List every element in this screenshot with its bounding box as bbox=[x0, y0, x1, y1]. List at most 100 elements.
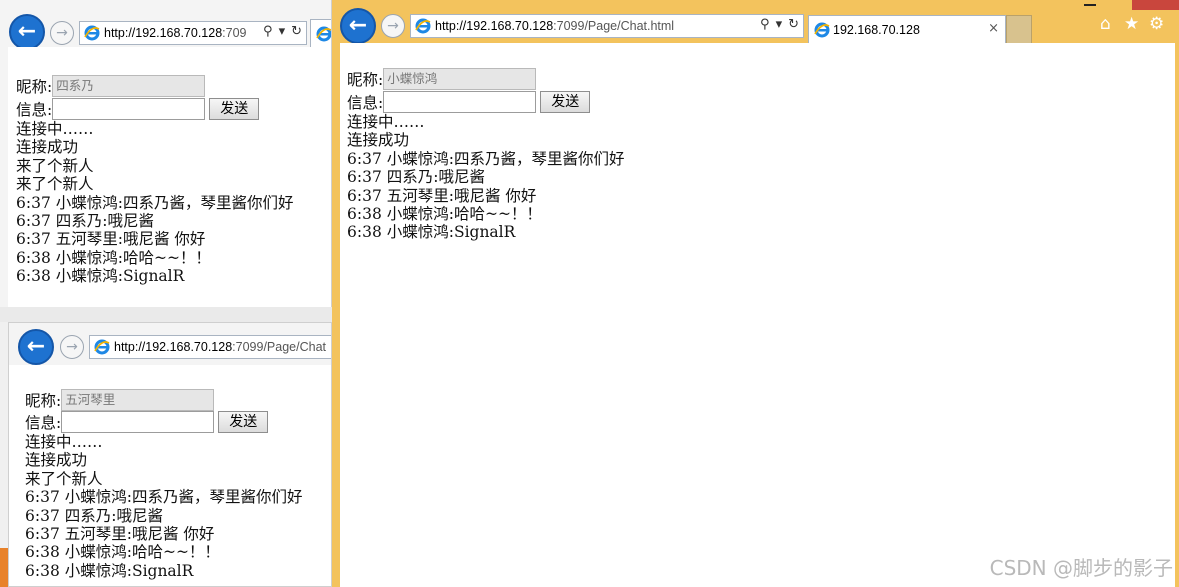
url-host: http://192.168.70.128 bbox=[114, 340, 233, 354]
back-button[interactable]: ← bbox=[18, 329, 54, 365]
address-bar[interactable]: http://192.168.70.128:7099/Page/Chat bbox=[89, 335, 331, 359]
back-arrow-icon: ← bbox=[26, 334, 46, 359]
refresh-icon[interactable]: ↻ bbox=[291, 24, 302, 39]
message-row: 信息: 发送 bbox=[347, 91, 591, 113]
send-button[interactable]: 发送 bbox=[209, 98, 260, 120]
browser-tab[interactable] bbox=[310, 19, 331, 47]
forward-button[interactable]: → bbox=[60, 335, 84, 359]
message-label: 信息: bbox=[16, 101, 53, 119]
back-arrow-icon: ← bbox=[17, 19, 37, 44]
nickname-row: 昵称: 四系乃 bbox=[16, 75, 206, 97]
url-host: http://192.168.70.128 bbox=[104, 26, 223, 40]
browser-tab[interactable]: 192.168.70.128 × bbox=[808, 15, 1006, 43]
log-line: 来了个新人 bbox=[16, 156, 94, 175]
favorites-star-icon[interactable]: ★ bbox=[1124, 16, 1139, 33]
browser-window-a: ← → http://192.168.70.128:709 ⚲ ▾ ↻ 昵称: 四系… bbox=[0, 0, 332, 307]
close-tab-icon[interactable]: × bbox=[988, 21, 999, 36]
log-line: 连接中…… bbox=[347, 113, 425, 131]
refresh-icon[interactable]: ↻ bbox=[788, 17, 799, 32]
message-label: 信息: bbox=[25, 414, 62, 432]
nickname-row: 昵称: 五河琴里 bbox=[25, 389, 215, 411]
back-button[interactable]: ← bbox=[340, 8, 376, 44]
back-button[interactable]: ← bbox=[9, 14, 45, 50]
chat-log: 连接中…… 连接成功 6:37 小蝶惊鸿:四系乃酱，琴里酱你们好 6:37 四系… bbox=[347, 113, 624, 242]
ie-logo-icon bbox=[316, 26, 331, 42]
nickname-row: 昵称: 小蝶惊鸿 bbox=[347, 68, 537, 90]
url-host: http://192.168.70.128 bbox=[435, 19, 554, 33]
forward-button[interactable]: → bbox=[381, 14, 405, 38]
log-line: 6:38 小蝶惊鸿:SignalR bbox=[16, 267, 185, 286]
home-icon[interactable]: ⌂ bbox=[1100, 16, 1111, 33]
log-line: 6:38 小蝶惊鸿:哈哈~~！！ bbox=[16, 248, 211, 267]
nickname-field[interactable]: 五河琴里 bbox=[61, 389, 215, 411]
message-label: 信息: bbox=[347, 94, 384, 112]
log-line: 连接成功 bbox=[25, 451, 88, 470]
forward-arrow-icon: → bbox=[66, 339, 78, 355]
page-content: 昵称: 四系乃 信息: 发送 连接中…… 连接成功 来了个新人 来了个新人 6:… bbox=[8, 47, 331, 307]
search-icon[interactable]: ⚲ bbox=[263, 24, 273, 39]
nav-bar: ← → http://192.168.70.128:709 ⚲ ▾ ↻ bbox=[0, 0, 331, 50]
watermark: CSDN @脚步的影子 bbox=[989, 556, 1173, 580]
page-content: 昵称: 小蝶惊鸿 信息: 发送 连接中…… 连接成功 6:37 小蝶惊鸿:四系乃… bbox=[340, 43, 1175, 587]
log-line: 来了个新人 bbox=[16, 175, 94, 194]
nav-bar: ← → http://192.168.70.128:7099/Page/Chat bbox=[9, 323, 331, 367]
dropdown-icon[interactable]: ▾ bbox=[279, 24, 286, 39]
log-line: 6:37 小蝶惊鸿:四系乃酱，琴里酱你们好 bbox=[16, 193, 294, 212]
browser-window-c: ← → http://192.168.70.128:7099/Page/Chat… bbox=[332, 0, 1179, 587]
ie-logo-icon bbox=[415, 18, 431, 34]
log-line: 6:37 小蝶惊鸿:四系乃酱，琴里酱你们好 bbox=[347, 149, 625, 168]
message-row: 信息: 发送 bbox=[25, 411, 269, 433]
chat-log: 连接中…… 连接成功 来了个新人 来了个新人 6:37 小蝶惊鸿:四系乃酱，琴里… bbox=[16, 120, 293, 286]
gear-icon[interactable]: ⚙ bbox=[1149, 16, 1164, 33]
log-line: 6:37 小蝶惊鸿:四系乃酱，琴里酱你们好 bbox=[25, 488, 303, 507]
log-line: 6:37 五河琴里:哦尼酱 你好 bbox=[25, 525, 215, 544]
ie-logo-icon bbox=[814, 22, 830, 38]
message-input[interactable] bbox=[52, 98, 206, 120]
log-line: 来了个新人 bbox=[25, 469, 103, 488]
log-line: 连接中…… bbox=[16, 120, 94, 138]
chat-log: 连接中…… 连接成功 来了个新人 6:37 小蝶惊鸿:四系乃酱，琴里酱你们好 6… bbox=[25, 433, 302, 580]
forward-arrow-icon: → bbox=[56, 25, 68, 41]
url-path: :7099/Page/Chat.html bbox=[553, 19, 675, 33]
send-button[interactable]: 发送 bbox=[218, 411, 269, 433]
back-arrow-icon: ← bbox=[348, 13, 368, 38]
log-line: 6:38 小蝶惊鸿:SignalR bbox=[347, 223, 516, 242]
address-bar[interactable]: http://192.168.70.128:709 ⚲ ▾ ↻ bbox=[79, 21, 307, 45]
log-line: 6:37 四系乃:哦尼酱 bbox=[25, 506, 163, 525]
search-icon[interactable]: ⚲ bbox=[760, 17, 770, 32]
tab-title: 192.168.70.128 bbox=[833, 22, 920, 37]
nickname-label: 昵称: bbox=[25, 392, 62, 410]
log-line: 连接中…… bbox=[25, 433, 103, 451]
dropdown-icon[interactable]: ▾ bbox=[776, 17, 783, 32]
log-line: 6:38 小蝶惊鸿:哈哈~~！！ bbox=[25, 543, 220, 562]
log-line: 连接成功 bbox=[347, 131, 410, 150]
log-line: 6:37 四系乃:哦尼酱 bbox=[347, 168, 485, 187]
forward-arrow-icon: → bbox=[387, 18, 399, 34]
log-line: 6:37 五河琴里:哦尼酱 你好 bbox=[347, 186, 537, 205]
nav-bar: ← → http://192.168.70.128:7099/Page/Chat… bbox=[332, 0, 1179, 44]
ie-logo-icon bbox=[84, 25, 100, 41]
nickname-label: 昵称: bbox=[16, 78, 53, 96]
forward-button[interactable]: → bbox=[50, 21, 74, 45]
browser-window-b: ← → http://192.168.70.128:7099/Page/Chat… bbox=[8, 322, 332, 587]
new-tab-button[interactable] bbox=[1006, 15, 1032, 43]
send-button[interactable]: 发送 bbox=[540, 91, 591, 113]
log-line: 6:37 四系乃:哦尼酱 bbox=[16, 212, 154, 231]
page-content: 昵称: 五河琴里 信息: 发送 连接中…… 连接成功 来了个新人 6:37 小蝶… bbox=[9, 365, 331, 586]
message-input[interactable] bbox=[61, 411, 215, 433]
log-line: 6:37 五河琴里:哦尼酱 你好 bbox=[16, 230, 206, 249]
taskbar-fragment bbox=[0, 548, 8, 587]
log-line: 6:38 小蝶惊鸿:哈哈~~！！ bbox=[347, 205, 542, 224]
nickname-field[interactable]: 四系乃 bbox=[52, 75, 206, 97]
nickname-field[interactable]: 小蝶惊鸿 bbox=[383, 68, 537, 90]
message-input[interactable] bbox=[383, 91, 537, 113]
ie-logo-icon bbox=[94, 339, 110, 355]
log-line: 6:38 小蝶惊鸿:SignalR bbox=[25, 561, 194, 580]
url-path: :709 bbox=[222, 26, 247, 40]
log-line: 连接成功 bbox=[16, 138, 79, 157]
window-gap bbox=[0, 307, 332, 322]
address-bar[interactable]: http://192.168.70.128:7099/Page/Chat.htm… bbox=[410, 14, 804, 38]
url-path: :7099/Page/Chat bbox=[232, 340, 326, 354]
message-row: 信息: 发送 bbox=[16, 98, 260, 120]
nickname-label: 昵称: bbox=[347, 71, 384, 89]
